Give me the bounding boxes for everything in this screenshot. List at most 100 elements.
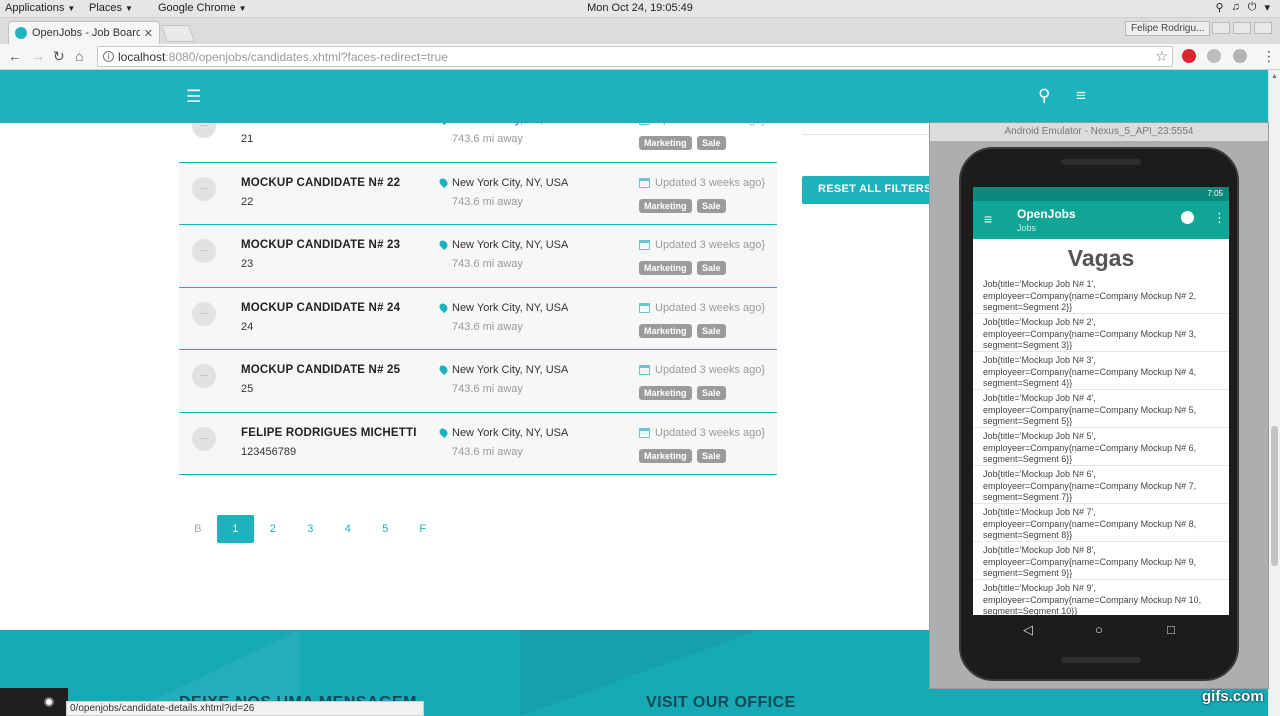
candidate-row[interactable]: MOCKUP CANDIDATE N# 22 22 New York City,… bbox=[179, 162, 777, 225]
bookmark-star-icon[interactable]: ☆ bbox=[1155, 48, 1168, 65]
candidate-code: 24 bbox=[241, 320, 254, 333]
page-3[interactable]: 3 bbox=[292, 515, 330, 543]
android-emulator-window: Android Emulator - Nexus_5_API_23:5554 7… bbox=[929, 122, 1269, 689]
page-last[interactable]: F bbox=[404, 515, 442, 543]
candidate-name[interactable]: FELIPE RODRIGUES MICHETTI bbox=[241, 427, 417, 439]
hamburger-menu-icon[interactable]: ≡ bbox=[1076, 86, 1086, 106]
status-url-bubble: 0/openjobs/candidate-details.xhtml?id=26 bbox=[66, 701, 424, 716]
android-back-icon[interactable]: ◁ bbox=[1023, 622, 1033, 638]
reload-icon[interactable]: ↻ bbox=[53, 48, 65, 65]
tag-badge: Marketing bbox=[639, 386, 692, 400]
page-4[interactable]: 4 bbox=[329, 515, 367, 543]
candidate-code: 21 bbox=[241, 133, 254, 145]
close-tab-icon[interactable]: ✕ bbox=[144, 27, 153, 40]
url-host: localhost bbox=[118, 50, 166, 64]
back-icon[interactable]: ← bbox=[8, 48, 22, 64]
system-tray[interactable]: ⚲ ♫ ⏻ ▾ bbox=[1215, 1, 1270, 14]
candidate-row[interactable]: MOCKUP CANDIDATE N# 25 25 New York City,… bbox=[179, 350, 777, 413]
account-icon[interactable] bbox=[1181, 211, 1194, 224]
tag-badge: Marketing bbox=[639, 198, 692, 213]
system-clock[interactable]: Mon Oct 24, 19:05:49 bbox=[0, 2, 1280, 14]
close-window-button[interactable] bbox=[1254, 22, 1272, 34]
new-tab-button[interactable] bbox=[160, 25, 196, 42]
job-list-item[interactable]: Job{title='Mockup Job N# 1', employeer=C… bbox=[973, 276, 1229, 314]
maximize-button[interactable] bbox=[1233, 22, 1251, 34]
search-icon[interactable]: ⚲ bbox=[1038, 86, 1050, 106]
job-list-item[interactable]: Job{title='Mockup Job N# 2', employeer=C… bbox=[973, 314, 1229, 352]
tab-strip: OpenJobs - Job Board ✕ Felipe Rodrigu... bbox=[0, 18, 1280, 44]
record-icon bbox=[44, 697, 54, 707]
page-1[interactable]: 1 bbox=[216, 515, 254, 543]
map-pin-icon bbox=[437, 238, 450, 251]
sidebar-divider bbox=[802, 134, 932, 135]
calendar-icon bbox=[639, 365, 650, 375]
wifi-icon[interactable]: ⚲ bbox=[1215, 1, 1223, 14]
candidate-updated: Updated 3 weeks ago} bbox=[655, 239, 766, 251]
android-menu-icon[interactable]: ≡ bbox=[984, 211, 992, 227]
overflow-menu-icon[interactable]: ⋮ bbox=[1213, 210, 1226, 226]
browser-tab[interactable]: OpenJobs - Job Board ✕ bbox=[8, 21, 160, 44]
candidate-location: New York City, NY, USA bbox=[452, 301, 569, 314]
job-list-item[interactable]: Job{title='Mockup Job N# 5', employeer=C… bbox=[973, 428, 1229, 466]
tag-badge: Sale bbox=[697, 448, 726, 463]
forward-icon[interactable]: → bbox=[31, 48, 45, 64]
home-icon[interactable]: ⌂ bbox=[75, 48, 83, 64]
candidate-name[interactable]: MOCKUP CANDIDATE N# 22 bbox=[241, 177, 400, 189]
avatar bbox=[192, 176, 216, 201]
candidate-name[interactable]: MOCKUP CANDIDATE N# 24 bbox=[241, 302, 400, 314]
taskbar-button[interactable] bbox=[0, 688, 68, 716]
candidate-code: 123456789 bbox=[241, 445, 297, 458]
emulator-title[interactable]: Android Emulator - Nexus_5_API_23:5554 bbox=[930, 123, 1268, 141]
candidates-menu-icon[interactable]: ☰ bbox=[186, 87, 201, 107]
page-5[interactable]: 5 bbox=[367, 515, 405, 543]
scrollbar-thumb[interactable] bbox=[1271, 426, 1278, 566]
minimize-button[interactable] bbox=[1212, 22, 1230, 34]
android-recents-icon[interactable]: □ bbox=[1167, 622, 1175, 637]
candidate-distance: 743.6 mi away bbox=[452, 195, 523, 208]
volume-icon[interactable]: ♫ bbox=[1232, 1, 1240, 14]
profile-button[interactable]: Felipe Rodrigu... bbox=[1125, 21, 1211, 36]
job-list-item[interactable]: Job{title='Mockup Job N# 9', employeer=C… bbox=[973, 580, 1229, 615]
reset-filters-button[interactable]: RESET ALL FILTERS bbox=[802, 176, 942, 204]
power-icon[interactable]: ⏻ bbox=[1248, 1, 1257, 14]
candidate-code: 22 bbox=[241, 195, 254, 208]
candidate-updated: Updated 3 weeks ago} bbox=[655, 364, 766, 376]
candidate-distance: 743.6 mi away bbox=[452, 320, 523, 333]
site-info-icon[interactable]: i bbox=[103, 51, 114, 62]
calendar-icon bbox=[639, 240, 650, 250]
candidate-row[interactable]: MOCKUP CANDIDATE N# 24 24 New York City,… bbox=[179, 287, 777, 350]
tag-badge: Marketing bbox=[639, 136, 692, 150]
job-list-item[interactable]: Job{title='Mockup Job N# 6', employeer=C… bbox=[973, 466, 1229, 504]
android-app-title: OpenJobs bbox=[1017, 207, 1076, 221]
browser-toolbar: ← → ↻ ⌂ i localhost:8080/openjobs/candid… bbox=[0, 44, 1280, 70]
candidate-row[interactable]: FELIPE RODRIGUES MICHETTI 123456789 New … bbox=[179, 412, 777, 475]
page-first[interactable]: B bbox=[179, 515, 217, 543]
tag-badge: Sale bbox=[697, 323, 726, 338]
scroll-up-icon[interactable]: ▲ bbox=[1271, 73, 1278, 80]
chevron-down-icon[interactable]: ▾ bbox=[1264, 1, 1270, 14]
map-pin-icon bbox=[437, 176, 450, 188]
candidate-row[interactable]: MOCKUP CANDIDATE N# 23 23 New York City,… bbox=[179, 225, 777, 288]
job-list-item[interactable]: Job{title='Mockup Job N# 7', employeer=C… bbox=[973, 504, 1229, 542]
candidate-location: New York City, NY, USA bbox=[452, 364, 569, 376]
opera-extension-icon[interactable] bbox=[1182, 49, 1196, 63]
download-extension-icon[interactable] bbox=[1207, 49, 1221, 63]
vagas-heading: Vagas bbox=[1067, 245, 1135, 271]
tag-badge: Marketing bbox=[639, 448, 692, 463]
page-2[interactable]: 2 bbox=[254, 515, 292, 543]
address-bar[interactable]: i localhost:8080/openjobs/candidates.xht… bbox=[97, 46, 1173, 67]
android-home-icon[interactable]: ○ bbox=[1095, 622, 1103, 637]
job-list-item[interactable]: Job{title='Mockup Job N# 8', employeer=C… bbox=[973, 542, 1229, 580]
avatar bbox=[192, 301, 216, 326]
candidate-name[interactable]: MOCKUP CANDIDATE N# 25 bbox=[241, 364, 400, 376]
android-app-bar: ≡ OpenJobs Jobs ⋮ bbox=[973, 201, 1229, 239]
job-list-item[interactable]: Job{title='Mockup Job N# 3', employeer=C… bbox=[973, 352, 1229, 390]
sync-extension-icon[interactable] bbox=[1233, 49, 1247, 63]
chrome-menu-icon[interactable]: ⋮ bbox=[1262, 48, 1276, 65]
page-scrollbar[interactable]: ▲ bbox=[1268, 70, 1280, 716]
job-list-item[interactable]: Job{title='Mockup Job N# 4', employeer=C… bbox=[973, 390, 1229, 428]
candidate-name[interactable]: MOCKUP CANDIDATE N# 23 bbox=[241, 239, 400, 251]
calendar-icon bbox=[639, 302, 650, 313]
avatar bbox=[192, 364, 216, 388]
avatar bbox=[192, 239, 216, 263]
